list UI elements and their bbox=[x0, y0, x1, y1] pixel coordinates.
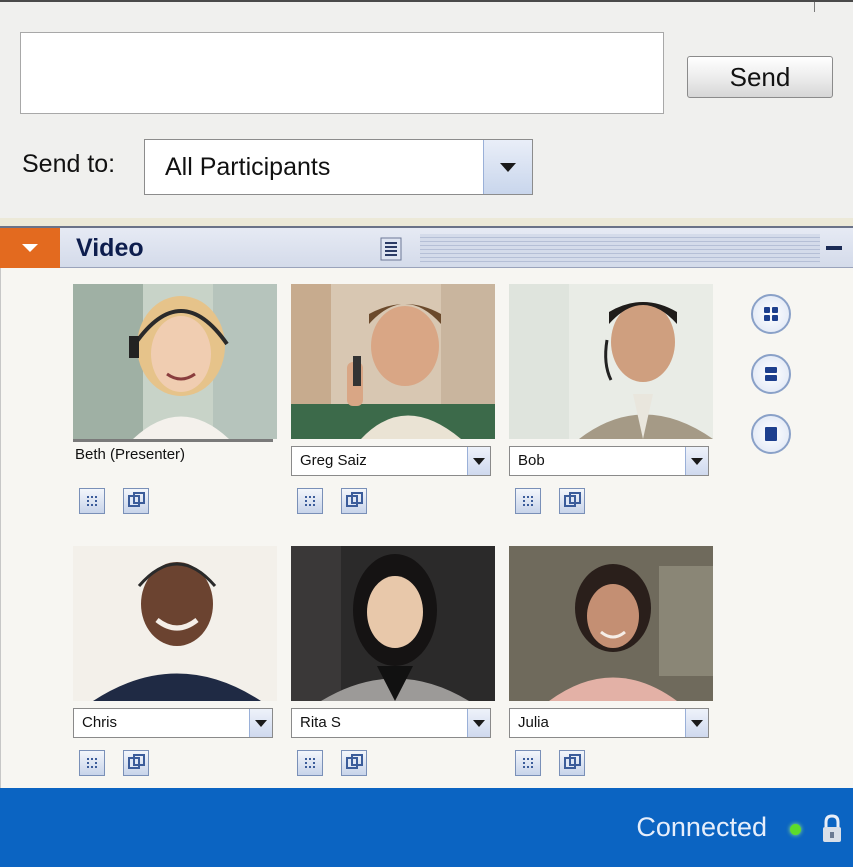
participant-name-label: Beth (Presenter) bbox=[73, 439, 273, 471]
participant-name-dropdown[interactable]: Julia bbox=[509, 708, 709, 738]
grid-4-layout-icon bbox=[764, 307, 778, 321]
layout-grid-2-button[interactable] bbox=[751, 354, 791, 394]
header-drag-area[interactable] bbox=[420, 234, 820, 264]
participant-name: Greg Saiz bbox=[300, 452, 367, 469]
tile-controls bbox=[79, 488, 167, 518]
dropdown-arrow-button[interactable] bbox=[467, 447, 490, 475]
tile-controls bbox=[515, 750, 603, 780]
video-grid: Beth (Presenter) Greg Saiz Bob Chris Rit… bbox=[0, 268, 853, 788]
participant-video-feed bbox=[509, 546, 713, 701]
layout-single-button[interactable] bbox=[751, 414, 791, 454]
popout-window-icon[interactable] bbox=[341, 750, 367, 776]
tile-controls bbox=[297, 488, 385, 518]
participant-video-feed bbox=[291, 284, 495, 439]
tile-controls bbox=[79, 750, 167, 780]
panel-corner bbox=[814, 2, 853, 12]
triangle-down-icon bbox=[22, 244, 38, 252]
connection-indicator-icon bbox=[790, 824, 801, 835]
dropdown-arrow-button[interactable] bbox=[685, 709, 708, 737]
popout-window-icon[interactable] bbox=[341, 488, 367, 514]
fullscreen-icon[interactable] bbox=[297, 750, 323, 776]
tile-controls bbox=[297, 750, 385, 780]
dropdown-arrow-button[interactable] bbox=[483, 140, 532, 194]
fullscreen-icon[interactable] bbox=[79, 488, 105, 514]
participant-video-feed bbox=[73, 284, 277, 439]
single-layout-icon bbox=[765, 427, 777, 441]
connection-status: Connected bbox=[636, 812, 767, 842]
chevron-down-icon bbox=[473, 457, 485, 465]
fullscreen-icon[interactable] bbox=[515, 488, 541, 514]
lock-icon[interactable] bbox=[821, 814, 843, 844]
send-to-value: All Participants bbox=[165, 153, 331, 181]
video-pod-header: Video bbox=[0, 226, 853, 268]
grid-2-layout-icon bbox=[765, 367, 777, 381]
participant-video-feed bbox=[73, 546, 277, 701]
participant-name-dropdown[interactable]: Chris bbox=[73, 708, 273, 738]
popout-window-icon[interactable] bbox=[559, 750, 585, 776]
layout-grid-4-button[interactable] bbox=[751, 294, 791, 334]
participant-video-feed bbox=[509, 284, 713, 439]
collapse-pod-button[interactable] bbox=[0, 228, 60, 268]
status-bar: Connected bbox=[0, 788, 853, 867]
minimize-pod-button[interactable] bbox=[819, 233, 849, 263]
chevron-down-icon bbox=[255, 719, 267, 727]
send-to-dropdown[interactable]: All Participants bbox=[144, 139, 533, 195]
send-to-label: Send to: bbox=[22, 150, 116, 178]
chevron-down-icon bbox=[500, 162, 516, 172]
chevron-down-icon bbox=[691, 719, 703, 727]
chevron-down-icon bbox=[691, 457, 703, 465]
participant-name: Julia bbox=[518, 714, 549, 731]
fullscreen-icon[interactable] bbox=[79, 750, 105, 776]
popout-window-icon[interactable] bbox=[559, 488, 585, 514]
chevron-down-icon bbox=[473, 719, 485, 727]
dropdown-arrow-button[interactable] bbox=[467, 709, 490, 737]
minimize-icon bbox=[826, 246, 842, 250]
dropdown-arrow-button[interactable] bbox=[685, 447, 708, 475]
participant-name: Beth (Presenter) bbox=[75, 446, 186, 463]
send-button[interactable]: Send bbox=[687, 56, 833, 98]
popout-window-icon[interactable] bbox=[123, 750, 149, 776]
dropdown-arrow-button[interactable] bbox=[249, 709, 272, 737]
participant-name: Chris bbox=[82, 714, 118, 731]
participant-name-dropdown[interactable]: Greg Saiz bbox=[291, 446, 491, 476]
popout-window-icon[interactable] bbox=[123, 488, 149, 514]
fullscreen-icon[interactable] bbox=[515, 750, 541, 776]
participant-name-dropdown[interactable]: Bob bbox=[509, 446, 709, 476]
participant-video-feed bbox=[291, 546, 495, 701]
pod-options-grip-icon[interactable] bbox=[378, 236, 404, 262]
video-pod-title: Video bbox=[76, 234, 144, 262]
participant-name-dropdown[interactable]: Rita S bbox=[291, 708, 491, 738]
tile-controls bbox=[515, 488, 603, 518]
chat-panel: Send Send to: All Participants bbox=[0, 0, 853, 218]
message-input[interactable] bbox=[20, 32, 664, 114]
fullscreen-icon[interactable] bbox=[297, 488, 323, 514]
participant-name: Rita S bbox=[300, 714, 341, 731]
participant-name: Bob bbox=[518, 452, 545, 469]
